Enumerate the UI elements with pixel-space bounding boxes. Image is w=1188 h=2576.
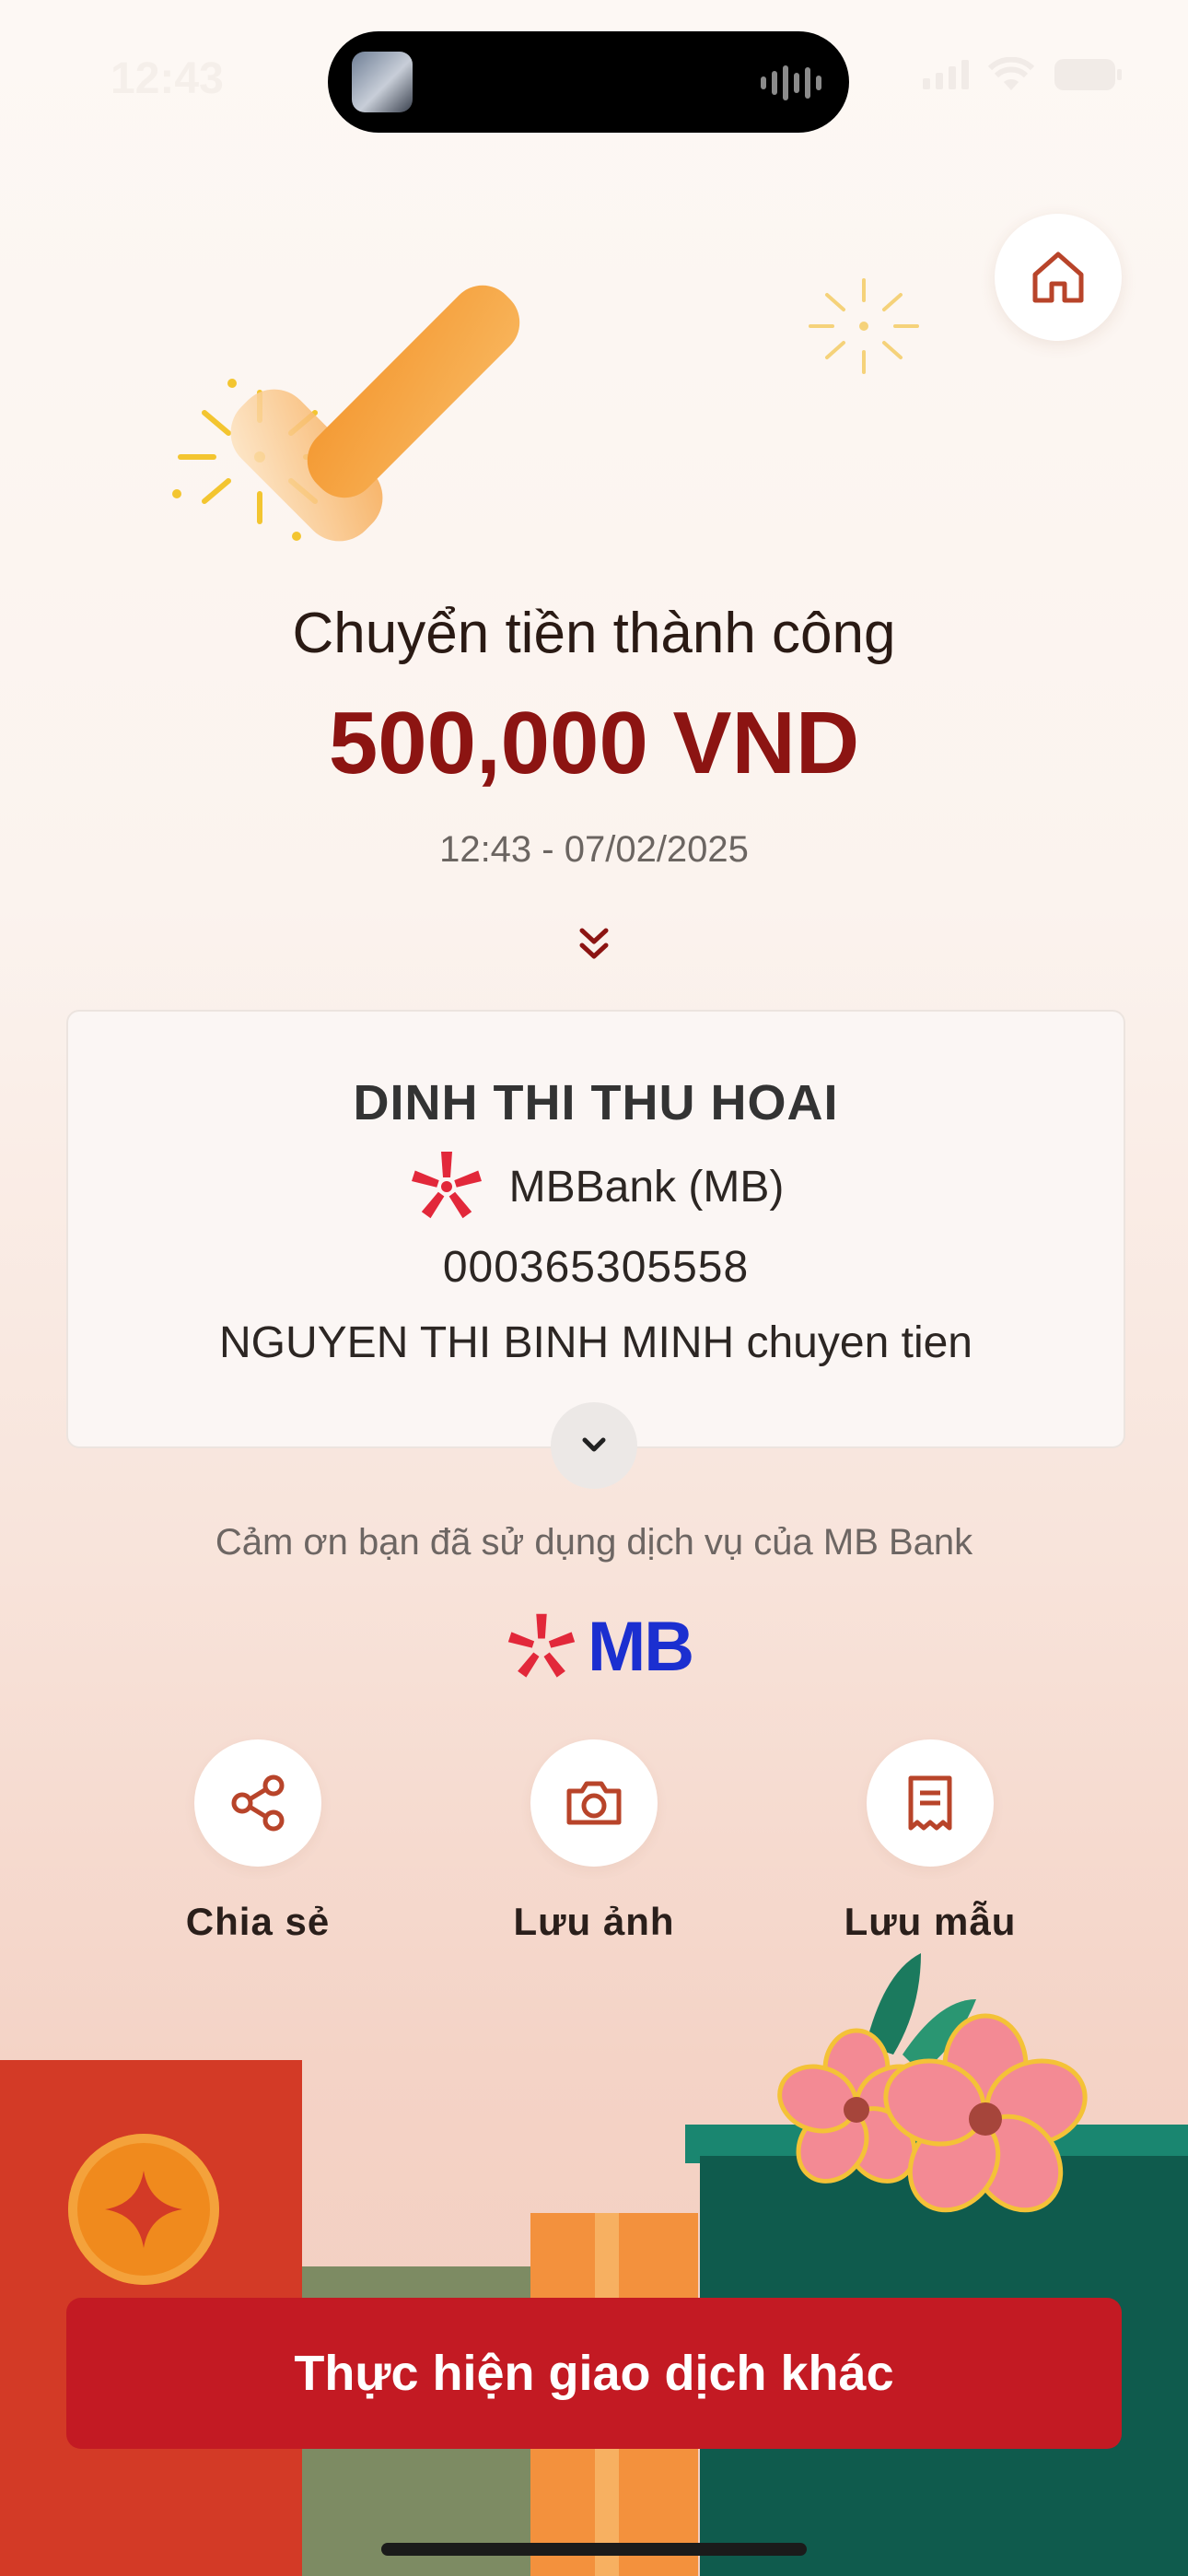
mb-logo: MB <box>505 1607 694 1687</box>
save-image-label: Lưu ảnh <box>513 1900 675 1943</box>
save-image-action[interactable]: Lưu ảnh <box>456 1739 732 1944</box>
transfer-amount: 500,000 VND <box>328 694 860 792</box>
checkmark-icon <box>230 285 520 542</box>
account-number: 000365305558 <box>442 1243 750 1292</box>
battery-icon <box>1054 59 1122 90</box>
chevron-down-icon <box>582 1437 606 1452</box>
double-chevron-down-icon[interactable] <box>571 921 617 967</box>
bank-name: MBBank (MB) <box>508 1162 785 1212</box>
success-illustration <box>172 278 919 542</box>
media-thumbnail <box>352 52 413 112</box>
mb-logo-text: MB <box>588 1608 694 1686</box>
save-template-button[interactable] <box>867 1739 994 1867</box>
save-template-action[interactable]: Lưu mẫu <box>792 1739 1068 1944</box>
thanks-message: Cảm ơn bạn đã sử dụng dịch vụ của MB Ban… <box>215 1522 973 1563</box>
transfer-datetime: 12:43 - 07/02/2025 <box>439 829 749 870</box>
sparkle-icon <box>105 2171 182 2248</box>
cellular-signal-icon <box>923 60 969 89</box>
share-label: Chia sẻ <box>185 1900 331 1943</box>
save-image-button[interactable] <box>530 1739 658 1867</box>
new-transaction-button[interactable]: Thực hiện giao dịch khác <box>66 2298 1122 2449</box>
audio-wave-icon <box>761 64 821 101</box>
save-template-label: Lưu mẫu <box>844 1900 1017 1943</box>
expand-details-button[interactable] <box>551 1402 637 1489</box>
home-button[interactable] <box>995 214 1122 341</box>
wifi-icon <box>987 57 1035 90</box>
dynamic-island <box>328 31 849 133</box>
status-icons <box>921 57 1124 92</box>
share-action[interactable]: Chia sẻ <box>120 1739 396 1944</box>
mb-star-icon <box>507 1613 576 1678</box>
receipt-icon <box>908 1775 952 1831</box>
firework-right-icon <box>809 278 919 374</box>
recipient-name: DINH THI THU HOAI <box>353 1075 839 1130</box>
mbbank-logo-icon <box>411 1152 482 1219</box>
transfer-message: NGUYEN THI BINH MINH chuyen tien <box>219 1318 973 1367</box>
recipient-card: DINH THI THU HOAI MBBank (MB) 0003653055… <box>66 1010 1125 1448</box>
status-time: 12:43 <box>111 54 224 103</box>
share-button[interactable] <box>194 1739 321 1867</box>
page-title: Chuyển tiền thành công <box>292 602 896 665</box>
home-indicator[interactable] <box>381 2543 807 2556</box>
bank-row: MBBank (MB) <box>68 1148 1124 1225</box>
home-icon <box>1032 252 1084 303</box>
camera-icon <box>566 1781 622 1825</box>
apricot-blossom-icon <box>777 1953 1088 2213</box>
share-icon <box>231 1774 285 1832</box>
coin-decoration <box>68 2134 219 2285</box>
